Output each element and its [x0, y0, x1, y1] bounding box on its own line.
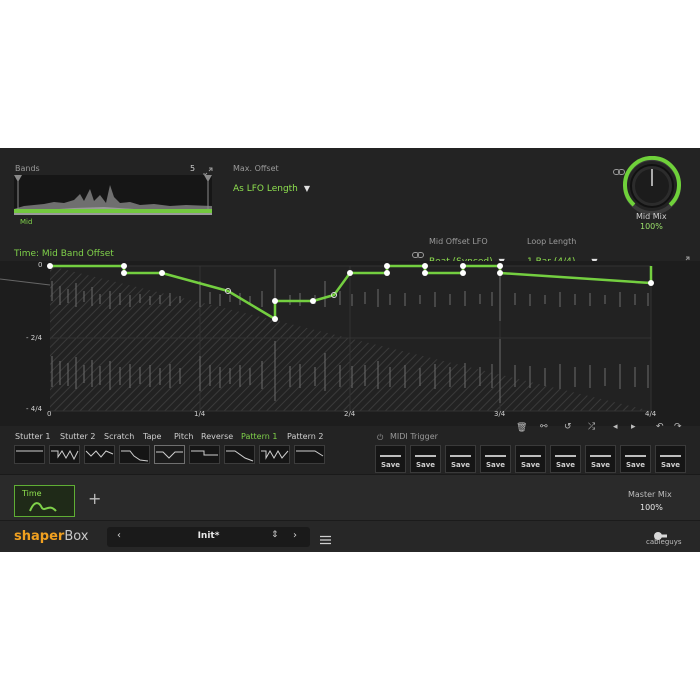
save-slot[interactable]: Save: [585, 445, 616, 473]
arrow-left-icon[interactable]: ◂: [613, 422, 618, 432]
bands-label: Bands: [15, 164, 40, 173]
cableguys-brand: cableguys: [646, 538, 682, 546]
x-label-0: 0: [47, 410, 52, 418]
preset-thumb-pattern1[interactable]: [224, 445, 255, 464]
cableguys-logo-icon: [652, 526, 668, 540]
preset-thumb-reverse[interactable]: [189, 445, 220, 464]
link-points-icon[interactable]: ⚯: [540, 422, 548, 432]
trash-icon[interactable]: 🗑: [516, 423, 527, 433]
preset-thumb-extra[interactable]: [294, 445, 325, 464]
next-preset-icon[interactable]: ›: [293, 530, 297, 541]
y-label-full: - 4/4: [26, 405, 43, 413]
editor-title: Time: Mid Band Offset: [14, 249, 114, 259]
mid-mix-value: 100%: [640, 222, 663, 231]
lfo-label: Mid Offset LFO: [429, 237, 488, 246]
bands-count[interactable]: 5: [190, 164, 195, 173]
undo-icon[interactable]: ↶: [656, 422, 664, 432]
time-effect-icon: [29, 502, 57, 512]
preset-label-stutter2[interactable]: Stutter 2: [60, 432, 95, 441]
save-slot[interactable]: Save: [620, 445, 651, 473]
lfo-editor[interactable]: [0, 261, 700, 426]
preset-thumb-tape[interactable]: [119, 445, 150, 464]
mid-band-bar[interactable]: [14, 209, 212, 213]
expand-icon[interactable]: [203, 162, 213, 177]
power-icon[interactable]: ⏻: [377, 433, 383, 443]
shaperbox-window: Bands 5 Mid Max. Offset As LFO Length▼: [0, 148, 700, 552]
link-icon-lfo[interactable]: [412, 244, 424, 258]
preset-name[interactable]: Init*: [107, 531, 310, 541]
x-label-1: 1/4: [194, 410, 206, 418]
preset-label-pitch[interactable]: Pitch: [174, 432, 193, 441]
save-slot[interactable]: Save: [410, 445, 441, 473]
master-mix-label: Master Mix: [628, 490, 672, 499]
preset-label-pattern2[interactable]: Pattern 2: [287, 432, 323, 441]
preset-label-reverse[interactable]: Reverse: [201, 432, 233, 441]
save-slot[interactable]: Save: [375, 445, 406, 473]
loop-length-label: Loop Length: [527, 237, 577, 246]
preset-thumb-stutter1[interactable]: [14, 445, 45, 464]
effect-tab-time[interactable]: Time: [14, 485, 75, 517]
footer-bar: shaperBox ‹ Init* ⇕ › cableguys: [0, 520, 700, 552]
preset-label-pattern1[interactable]: Pattern 1: [241, 432, 277, 441]
sort-icon[interactable]: ⇕: [271, 530, 279, 540]
x-label-2: 2/4: [344, 410, 356, 418]
add-effect-button[interactable]: +: [88, 489, 101, 508]
preset-label-tape[interactable]: Tape: [143, 432, 161, 441]
max-offset-label: Max. Offset: [233, 164, 279, 173]
max-offset-dropdown[interactable]: As LFO Length ▼: [233, 176, 310, 195]
preset-label-stutter1[interactable]: Stutter 1: [15, 432, 50, 441]
save-slot[interactable]: Save: [550, 445, 581, 473]
menu-icon[interactable]: [320, 530, 331, 545]
redo-icon[interactable]: ↷: [674, 422, 682, 432]
mid-mix-label: Mid Mix: [636, 212, 667, 221]
save-slot[interactable]: Save: [480, 445, 511, 473]
preset-thumb-pitch[interactable]: [154, 445, 185, 464]
midi-trigger-label[interactable]: MIDI Trigger: [390, 432, 438, 441]
effects-strip: Time + Master Mix 100%: [0, 474, 700, 521]
fullscreen-icon[interactable]: [680, 251, 690, 266]
shuffle-icon[interactable]: ⤮: [588, 422, 595, 432]
save-slot[interactable]: Save: [515, 445, 546, 473]
arrow-right-icon[interactable]: ▸: [631, 422, 636, 432]
shaperbox-logo: shaperBox: [14, 529, 89, 544]
x-label-3: 3/4: [494, 410, 506, 418]
save-slot[interactable]: Save: [655, 445, 686, 473]
y-label-half: - 2/4: [26, 334, 43, 342]
mid-mix-knob[interactable]: [622, 155, 682, 216]
preset-thumb-scratch[interactable]: [84, 445, 115, 464]
preset-thumb-stutter2[interactable]: [49, 445, 80, 464]
y-label-0: 0: [38, 261, 43, 269]
preset-thumb-pattern2[interactable]: [259, 445, 290, 464]
master-mix-value[interactable]: 100%: [640, 503, 663, 512]
preset-browser[interactable]: ‹ Init* ⇕ ›: [107, 527, 310, 547]
x-label-4: 4/4: [645, 410, 657, 418]
preset-label-scratch[interactable]: Scratch: [104, 432, 134, 441]
save-slot[interactable]: Save: [445, 445, 476, 473]
band-name: Mid: [20, 218, 33, 226]
curve-icon[interactable]: ↺: [564, 422, 572, 432]
